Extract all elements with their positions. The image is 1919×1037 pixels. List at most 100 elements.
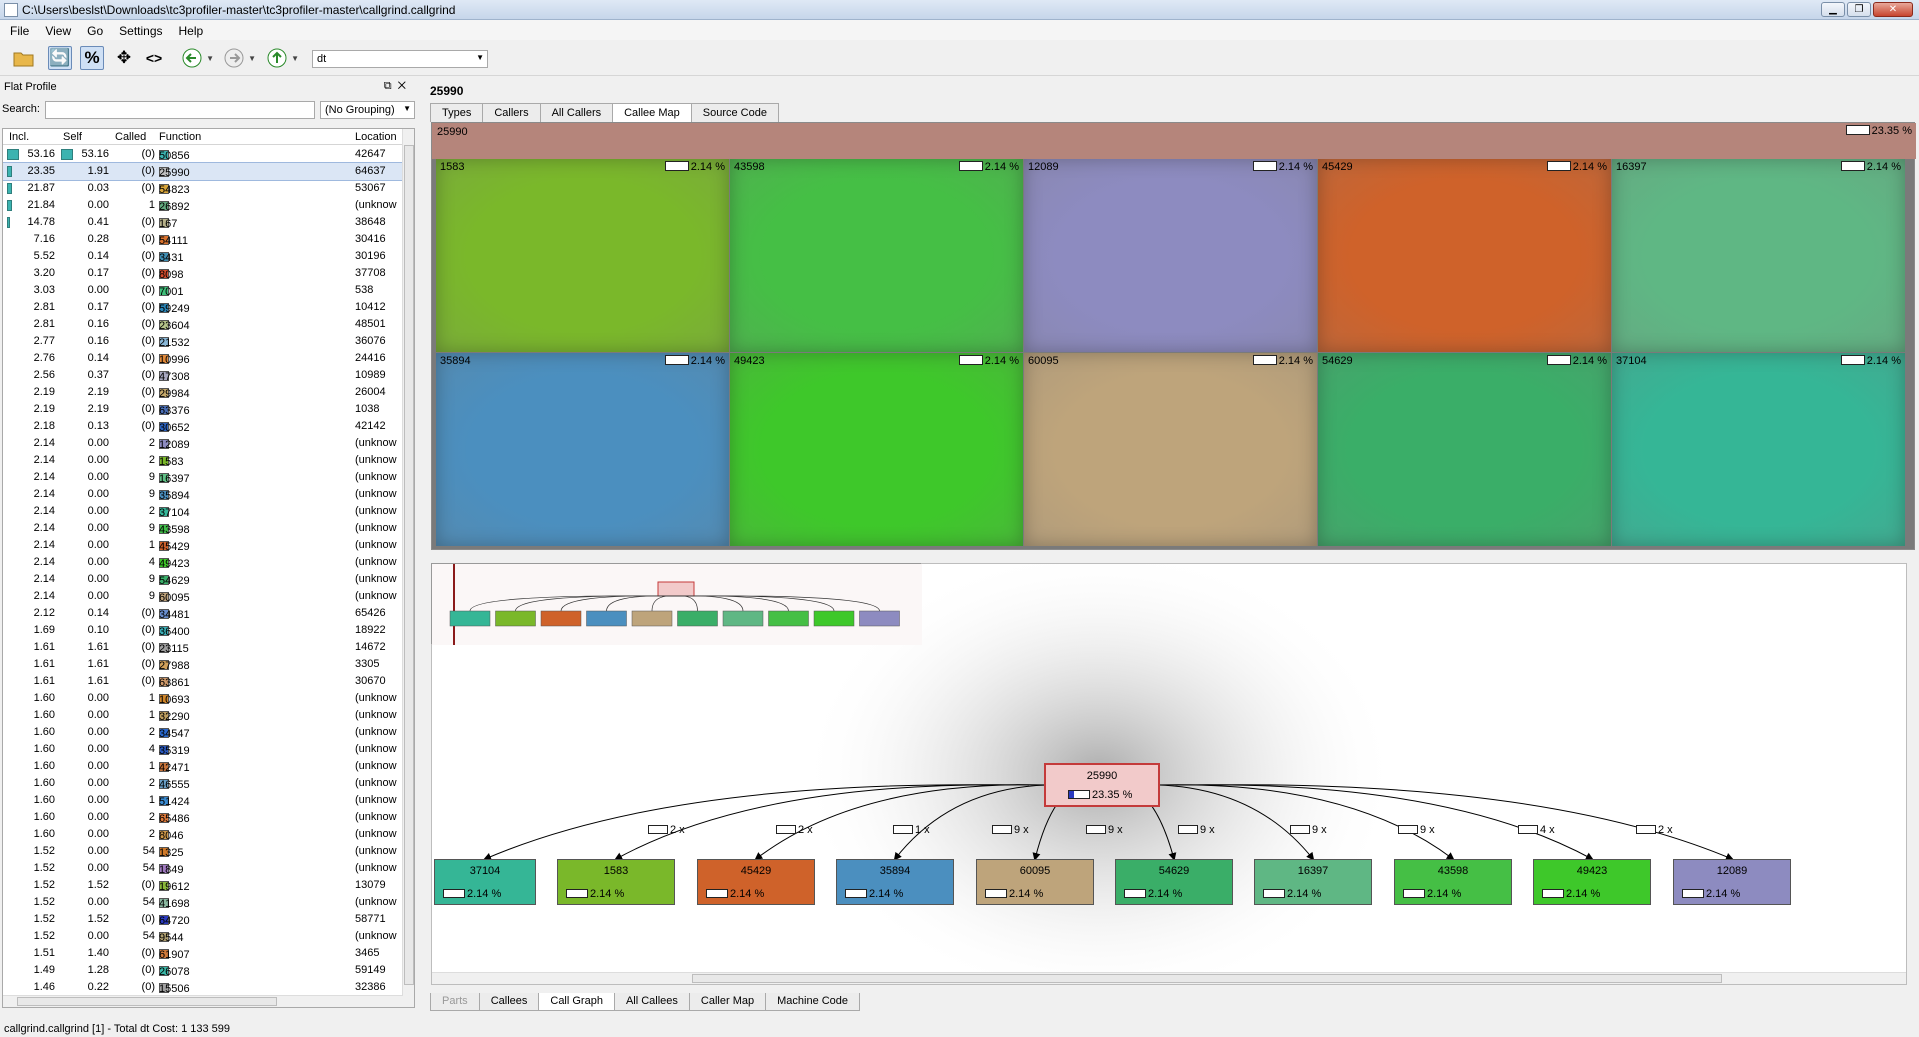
table-row[interactable]: 1.60 0.00 1 42471 (unknow: [3, 758, 403, 775]
table-row[interactable]: 2.14 0.00 4 49423 (unknow: [3, 554, 403, 571]
bottom-tab-callees[interactable]: Callees: [478, 993, 540, 1011]
vertical-scrollbar[interactable]: [402, 129, 414, 1007]
table-row[interactable]: 2.18 0.13 (0) 30652 42142: [3, 418, 403, 435]
table-row[interactable]: 1.52 1.52 (0) 19612 13079: [3, 877, 403, 894]
cycle-detection-icon[interactable]: 🔄: [48, 46, 72, 70]
table-row[interactable]: 2.14 0.00 9 54629 (unknow: [3, 571, 403, 588]
minimize-button[interactable]: ▁: [1821, 2, 1845, 17]
table-row[interactable]: 1.52 0.00 54 1849 (unknow: [3, 860, 403, 877]
table-row[interactable]: 5.52 0.14 (0) 3431 30196: [3, 248, 403, 265]
tab-types[interactable]: Types: [430, 103, 484, 122]
forward-dropdown-icon[interactable]: ▼: [248, 54, 256, 63]
bottom-tab-call-graph[interactable]: Call Graph: [538, 993, 615, 1011]
callee-map-root[interactable]: 25990 23.35 %: [432, 123, 1916, 159]
grouping-select[interactable]: (No Grouping) ▼: [320, 101, 415, 119]
table-row[interactable]: 21.87 0.03 (0) 54823 53067: [3, 180, 403, 197]
bottom-tab-machine-code[interactable]: Machine Code: [765, 993, 861, 1011]
table-row[interactable]: 1.69 0.10 (0) 36400 18922: [3, 622, 403, 639]
tab-callee-map[interactable]: Callee Map: [612, 103, 692, 123]
table-row[interactable]: 7.16 0.28 (0) 54111 30416: [3, 231, 403, 248]
table-row[interactable]: 1.51 1.40 (0) 61907 3465: [3, 945, 403, 962]
callee-map-cell[interactable]: 12089 2.14 %: [1024, 159, 1317, 352]
table-row[interactable]: 2.14 0.00 9 60095 (unknow: [3, 588, 403, 605]
dock-close-icon[interactable]: ✕: [398, 80, 412, 92]
callee-map-cell[interactable]: 43598 2.14 %: [730, 159, 1023, 352]
move-icon[interactable]: ✥: [112, 46, 136, 70]
table-row[interactable]: 3.03 0.00 (0) 7001 538: [3, 282, 403, 299]
callee-map-cell[interactable]: 49423 2.14 %: [730, 353, 1023, 546]
table-row[interactable]: 2.14 0.00 2 37104 (unknow: [3, 503, 403, 520]
scroll-thumb[interactable]: [404, 145, 414, 985]
table-row[interactable]: 53.16 53.16 (0) 50856 42647: [3, 146, 403, 163]
table-row[interactable]: 2.14 0.00 2 12089 (unknow: [3, 435, 403, 452]
table-row[interactable]: 2.81 0.17 (0) 59249 10412: [3, 299, 403, 316]
table-row[interactable]: 2.19 2.19 (0) 29984 26004: [3, 384, 403, 401]
callee-map-cell[interactable]: 1583 2.14 %: [436, 159, 729, 352]
table-row[interactable]: 1.61 1.61 (0) 27988 3305: [3, 656, 403, 673]
table-row[interactable]: 3.20 0.17 (0) 8098 37708: [3, 265, 403, 282]
tab-callers[interactable]: Callers: [482, 103, 541, 122]
up-dropdown-icon[interactable]: ▼: [291, 54, 299, 63]
table-row[interactable]: 1.52 0.00 54 9544 (unknow: [3, 928, 403, 945]
callee-map-cell[interactable]: 16397 2.14 %: [1612, 159, 1905, 352]
bottom-tab-parts[interactable]: Parts: [430, 993, 480, 1011]
table-row[interactable]: 1.49 1.28 (0) 26078 59149: [3, 962, 403, 979]
search-input[interactable]: [45, 101, 315, 119]
table-row[interactable]: 1.52 1.52 (0) 64720 58771: [3, 911, 403, 928]
table-row[interactable]: 2.14 0.00 2 1583 (unknow: [3, 452, 403, 469]
table-row[interactable]: 23.35 1.91 (0) 25990 64637: [3, 162, 404, 181]
callee-map-cell[interactable]: 54629 2.14 %: [1318, 353, 1611, 546]
col-incl[interactable]: Incl.: [9, 131, 29, 143]
menu-file[interactable]: File: [2, 20, 37, 40]
expand-icon[interactable]: <>: [142, 46, 166, 70]
graph-node[interactable]: 49423 2.14 %: [1533, 859, 1651, 905]
table-row[interactable]: 2.12 0.14 (0) 34481 65426: [3, 605, 403, 622]
callee-map-cell[interactable]: 35894 2.14 %: [436, 353, 729, 546]
table-row[interactable]: 2.76 0.14 (0) 10996 24416: [3, 350, 403, 367]
col-self[interactable]: Self: [63, 131, 82, 143]
close-button[interactable]: ✕: [1873, 2, 1913, 17]
table-row[interactable]: 2.14 0.00 9 35894 (unknow: [3, 486, 403, 503]
table-row[interactable]: 2.14 0.00 1 45429 (unknow: [3, 537, 403, 554]
table-row[interactable]: 2.19 2.19 (0) 63376 1038: [3, 401, 403, 418]
graph-node[interactable]: 54629 2.14 %: [1115, 859, 1233, 905]
tab-all-callers[interactable]: All Callers: [539, 103, 614, 122]
bottom-tab-caller-map[interactable]: Caller Map: [688, 993, 767, 1011]
table-row[interactable]: 1.60 0.00 1 10693 (unknow: [3, 690, 403, 707]
table-row[interactable]: 14.78 0.41 (0) 167 38648: [3, 214, 403, 231]
graph-node[interactable]: 1583 2.14 %: [557, 859, 675, 905]
table-row[interactable]: 1.61 1.61 (0) 23115 14672: [3, 639, 403, 656]
graph-node[interactable]: 12089 2.14 %: [1673, 859, 1791, 905]
table-row[interactable]: 1.46 0.22 (0) 15506 32386: [3, 979, 403, 996]
table-row[interactable]: 21.84 0.00 1 26892 (unknow: [3, 197, 403, 214]
graph-overview[interactable]: [431, 563, 922, 645]
table-row[interactable]: 1.60 0.00 2 46555 (unknow: [3, 775, 403, 792]
table-row[interactable]: 1.60 0.00 2 34547 (unknow: [3, 724, 403, 741]
graph-node[interactable]: 45429 2.14 %: [697, 859, 815, 905]
graph-node[interactable]: 60095 2.14 %: [976, 859, 1094, 905]
graph-node[interactable]: 43598 2.14 %: [1394, 859, 1512, 905]
graph-horizontal-scrollbar[interactable]: [432, 972, 1906, 984]
graph-node[interactable]: 35894 2.14 %: [836, 859, 954, 905]
col-location[interactable]: Location: [355, 131, 397, 143]
table-row[interactable]: 1.60 0.00 2 8046 (unknow: [3, 826, 403, 843]
table-row[interactable]: 1.52 0.00 54 41698 (unknow: [3, 894, 403, 911]
event-type-select[interactable]: dt ▼: [312, 50, 488, 68]
percentage-icon[interactable]: %: [80, 46, 104, 70]
up-icon[interactable]: ▼: [265, 46, 299, 70]
table-row[interactable]: 2.81 0.16 (0) 23604 48501: [3, 316, 403, 333]
col-function[interactable]: Function: [159, 131, 201, 143]
float-icon[interactable]: ⧉: [384, 80, 398, 92]
col-called[interactable]: Called: [115, 131, 146, 143]
horizontal-scrollbar[interactable]: [3, 995, 403, 1007]
table-row[interactable]: 1.52 0.00 54 1325 (unknow: [3, 843, 403, 860]
forward-icon[interactable]: ▼: [222, 46, 256, 70]
open-folder-icon[interactable]: [12, 46, 36, 70]
table-row[interactable]: 2.56 0.37 (0) 47308 10989: [3, 367, 403, 384]
tab-source-code[interactable]: Source Code: [690, 103, 779, 122]
graph-node[interactable]: 16397 2.14 %: [1254, 859, 1372, 905]
menu-go[interactable]: Go: [79, 20, 111, 40]
scroll-thumb[interactable]: [692, 974, 1722, 983]
callee-map-cell[interactable]: 60095 2.14 %: [1024, 353, 1317, 546]
back-dropdown-icon[interactable]: ▼: [206, 54, 214, 63]
